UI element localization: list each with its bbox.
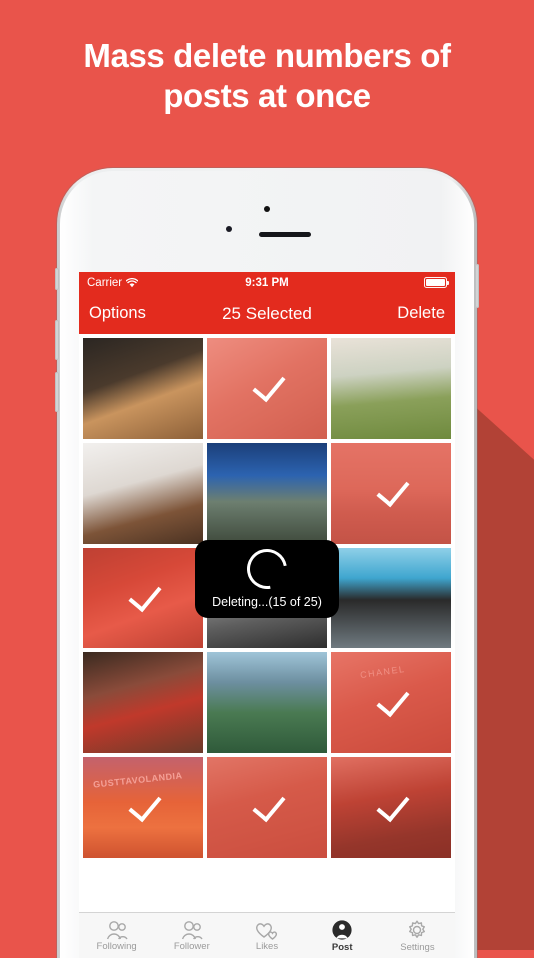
delete-button[interactable]: Delete xyxy=(397,304,445,323)
headline-line-2: posts at once xyxy=(163,77,371,115)
photo-cell[interactable]: CHANEL xyxy=(331,652,451,754)
photo-cell[interactable] xyxy=(83,338,203,439)
silent-switch[interactable] xyxy=(55,268,59,290)
two-people-icon xyxy=(104,920,130,940)
gear-icon xyxy=(405,919,429,941)
photo-cell[interactable] xyxy=(207,338,327,439)
girl-with-golden-retriever-image xyxy=(83,338,203,439)
woman-in-red-dress-at-party-image xyxy=(83,652,203,754)
two-people-icon xyxy=(179,920,205,940)
tab-likes[interactable]: Likes xyxy=(229,920,304,952)
tab-settings[interactable]: Settings xyxy=(380,919,455,953)
tab-bar: Following Follower Likes Post Settings xyxy=(79,912,455,958)
deleting-progress-label: Deleting...(15 of 25) xyxy=(212,595,322,609)
wifi-icon xyxy=(125,277,139,288)
headline-line-1: Mass delete numbers of xyxy=(83,37,451,74)
photo-cell[interactable] xyxy=(83,547,203,649)
photo-cell[interactable] xyxy=(331,442,451,544)
tab-post[interactable]: Post xyxy=(305,919,380,953)
tab-following[interactable]: Following xyxy=(79,920,154,952)
tab-label: Post xyxy=(331,941,353,953)
proximity-sensor-icon xyxy=(264,206,270,212)
tab-label: Settings xyxy=(400,941,435,953)
earpiece-speaker xyxy=(259,232,311,237)
photo-cell[interactable] xyxy=(331,547,451,649)
deleting-progress-toast: Deleting...(15 of 25) xyxy=(195,540,339,618)
dachshund-on-bed-image xyxy=(83,442,203,544)
phone-mockup: Carrier 9:31 PM Options 25 Selected Dele… xyxy=(55,168,479,958)
fox-on-mountain-lake-image xyxy=(207,442,327,544)
photo-cell[interactable] xyxy=(207,757,327,858)
phone-screen: Carrier 9:31 PM Options 25 Selected Dele… xyxy=(79,272,455,958)
photo-cell[interactable] xyxy=(331,757,451,858)
photo-cell[interactable] xyxy=(83,652,203,754)
options-button[interactable]: Options xyxy=(89,304,146,323)
photo-cell[interactable] xyxy=(207,652,327,754)
page-title: Mass delete numbers of posts at once xyxy=(0,36,534,117)
toddler-in-watermelon-costume-image xyxy=(331,338,451,439)
photo-cell[interactable] xyxy=(207,442,327,544)
battery-full-icon xyxy=(424,277,449,288)
tab-follower[interactable]: Follower xyxy=(154,920,229,952)
front-camera-icon xyxy=(226,226,232,232)
poolside-terrace-ocean-view-image xyxy=(331,547,451,649)
photo-cell[interactable]: GUSTTAVOLANDIA xyxy=(83,757,203,858)
navigation-bar-wrapper: Options 25 Selected Delete xyxy=(79,293,455,334)
status-bar: Carrier 9:31 PM xyxy=(79,272,455,293)
navigation-bar: Options 25 Selected Delete xyxy=(79,293,455,334)
loading-spinner-icon xyxy=(239,541,295,597)
two-hearts-icon xyxy=(254,920,280,940)
photo-cell[interactable] xyxy=(331,338,451,439)
fjord-with-red-cabin-image xyxy=(207,652,327,754)
photo-cell[interactable] xyxy=(83,442,203,544)
power-button[interactable] xyxy=(475,264,479,308)
carrier-label: Carrier xyxy=(87,276,123,289)
volume-down-button[interactable] xyxy=(55,372,59,412)
person-circle-filled-icon xyxy=(330,919,354,941)
volume-up-button[interactable] xyxy=(55,320,59,360)
